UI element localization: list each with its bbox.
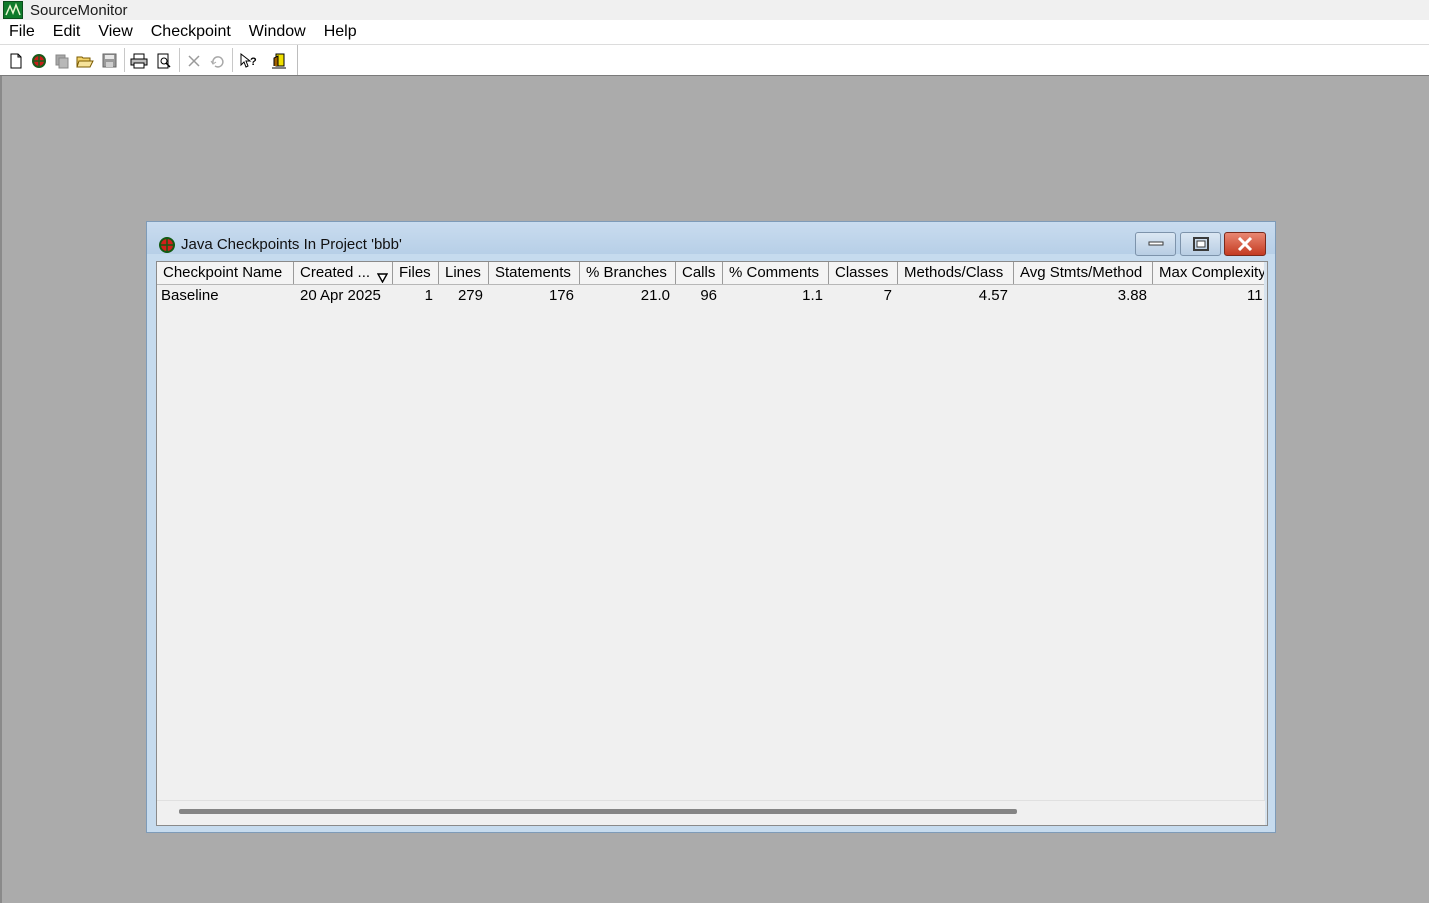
checkpoints-window-title: Java Checkpoints In Project 'bbb' (181, 236, 402, 253)
column-methods-per-class[interactable]: Methods/Class (898, 262, 1014, 284)
cell-max-complexity: 11 (1247, 287, 1263, 304)
list-right-edge (1264, 262, 1267, 825)
column-max-complexity[interactable]: Max Complexity (1153, 262, 1266, 284)
column-created-label: Created ... (300, 264, 371, 281)
column-header-row: Checkpoint Name Created ... Files Lines … (157, 262, 1266, 285)
close-button[interactable] (1224, 232, 1266, 256)
horizontal-scrollbar[interactable] (157, 800, 1265, 825)
minimize-icon (1148, 241, 1163, 246)
checkpoint-icon (157, 235, 175, 253)
save-icon[interactable] (99, 50, 119, 71)
column-checkpoint-name[interactable]: Checkpoint Name (157, 262, 294, 284)
cell-calls: 96 (700, 287, 717, 304)
toolbar-separator (232, 48, 233, 72)
close-icon (1237, 237, 1253, 251)
column-lines[interactable]: Lines (439, 262, 489, 284)
cell-branches: 21.0 (640, 287, 670, 304)
column-created[interactable]: Created ... (294, 262, 393, 284)
checkpoints-window-titlebar[interactable]: Java Checkpoints In Project 'bbb' (147, 222, 1275, 256)
new-checkpoint-icon[interactable] (29, 50, 49, 71)
svg-text:?: ? (250, 56, 257, 68)
menu-file[interactable]: File (0, 23, 44, 41)
print-preview-icon[interactable] (154, 50, 174, 71)
checkpoints-window: Java Checkpoints In Project 'bbb' Checkp… (146, 221, 1276, 833)
menu-checkpoint[interactable]: Checkpoint (142, 23, 240, 41)
menu-bar: File Edit View Checkpoint Window Help (0, 20, 1429, 45)
menu-edit[interactable]: Edit (44, 23, 90, 41)
toolbar-separator (179, 48, 180, 72)
copy-icon[interactable] (52, 50, 72, 71)
app-title: SourceMonitor (30, 1, 128, 19)
menu-window[interactable]: Window (240, 23, 315, 41)
column-comments[interactable]: % Comments (723, 262, 829, 284)
toolbar-separator (124, 48, 125, 72)
column-classes[interactable]: Classes (829, 262, 898, 284)
column-branches[interactable]: % Branches (580, 262, 676, 284)
minimize-button[interactable] (1135, 232, 1176, 256)
app-titlebar: SourceMonitor (0, 0, 1429, 20)
checkpoint-list: Checkpoint Name Created ... Files Lines … (156, 261, 1268, 826)
column-calls[interactable]: Calls (676, 262, 723, 284)
exit-icon[interactable] (269, 50, 289, 71)
delete-icon[interactable] (184, 50, 204, 71)
maximize-icon (1192, 237, 1209, 251)
cell-statements: 176 (548, 287, 574, 304)
cell-comments: 1.1 (802, 287, 823, 304)
menu-view[interactable]: View (89, 23, 141, 41)
cell-lines: 279 (457, 287, 483, 304)
column-files[interactable]: Files (393, 262, 439, 284)
cell-methods-per-class: 4.57 (978, 287, 1008, 304)
print-icon[interactable] (129, 50, 149, 71)
cell-avg-stmts-per-method: 3.88 (1117, 287, 1147, 304)
cell-files: 1 (424, 287, 433, 304)
toolbar-end-divider (297, 45, 298, 75)
sort-descending-icon (376, 268, 389, 284)
undo-icon[interactable] (207, 50, 227, 71)
table-row[interactable]: Baseline 20 Apr 2025 1 279 176 21.0 96 1… (157, 285, 1266, 307)
menu-help[interactable]: Help (315, 23, 366, 41)
sourcemonitor-logo-icon (3, 1, 23, 19)
open-folder-icon[interactable] (75, 50, 95, 71)
cell-classes: 7 (883, 287, 892, 304)
column-statements[interactable]: Statements (489, 262, 580, 284)
maximize-button[interactable] (1180, 232, 1221, 256)
mdi-client-edge (0, 76, 2, 903)
toolbar: ? (0, 45, 1429, 76)
cell-created: 20 Apr 2025 (300, 287, 381, 304)
cell-checkpoint-name: Baseline (161, 287, 219, 304)
new-project-icon[interactable] (6, 50, 26, 71)
column-avg-stmts-per-method[interactable]: Avg Stmts/Method (1014, 262, 1153, 284)
horizontal-scrollbar-thumb[interactable] (179, 809, 1017, 814)
context-help-icon[interactable]: ? (238, 50, 258, 71)
